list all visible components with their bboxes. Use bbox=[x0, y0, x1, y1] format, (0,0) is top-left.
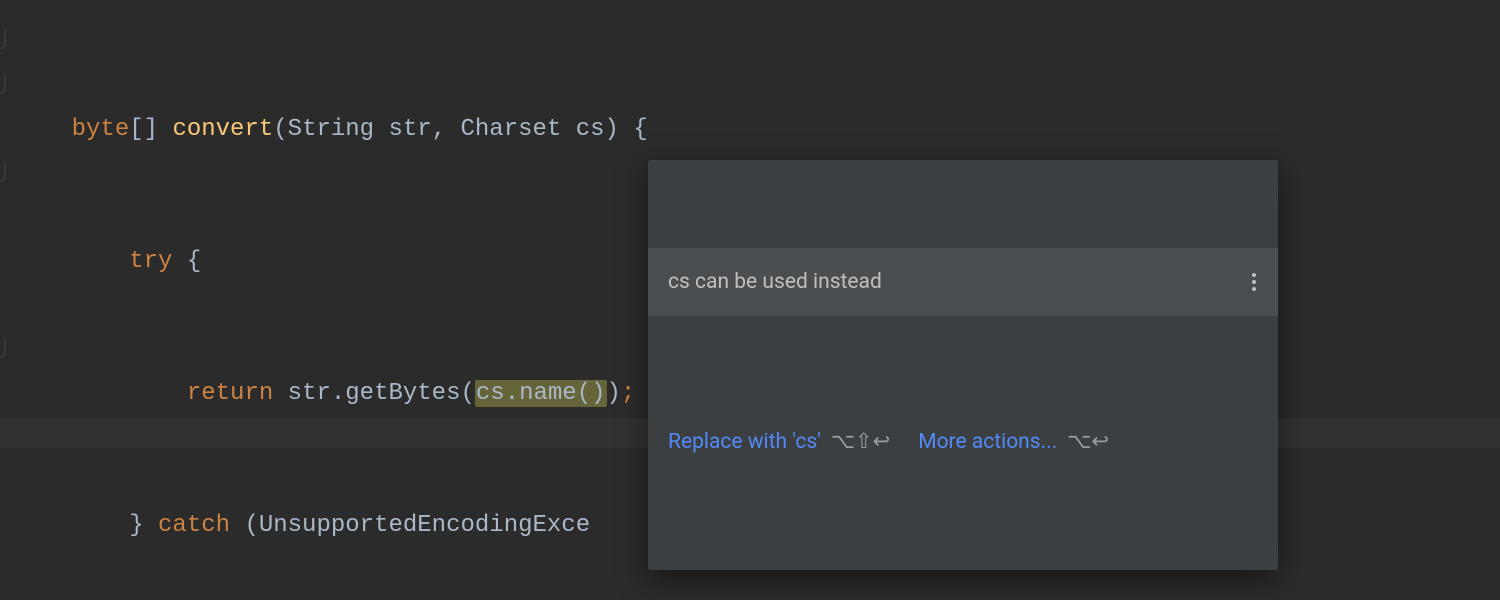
code-text: (String str, Charset cs) { bbox=[273, 116, 647, 143]
replace-action-link[interactable]: Replace with 'cs' bbox=[668, 420, 821, 464]
gutter-marker-icon bbox=[0, 74, 6, 94]
keyword: return bbox=[14, 380, 273, 407]
inspection-popup-header: cs can be used instead bbox=[648, 248, 1278, 316]
code-line: try { bbox=[14, 240, 648, 284]
more-actions-link[interactable]: More actions... bbox=[918, 420, 1057, 464]
code-text: str.getBytes( bbox=[273, 380, 475, 407]
inspection-title: cs can be used instead bbox=[668, 260, 882, 304]
keyword: byte bbox=[14, 116, 129, 143]
code-line: byte[] convert(String str, Charset cs) { bbox=[14, 108, 648, 152]
shortcut-text: ⌥↩ bbox=[1067, 420, 1109, 464]
code-text: [] bbox=[129, 116, 172, 143]
shortcut-text: ⌥⇧↩ bbox=[831, 420, 890, 464]
code-text: ) bbox=[607, 380, 621, 407]
gutter-marker-icon bbox=[0, 29, 6, 49]
inspection-popup-body: Replace with 'cs' ⌥⇧↩ More actions... ⌥↩ bbox=[648, 404, 1278, 482]
code-editor[interactable]: byte[] convert(String str, Charset cs) {… bbox=[0, 0, 1500, 600]
code-highlight: cs.name() bbox=[475, 380, 607, 407]
keyword: catch bbox=[158, 512, 230, 539]
code-block: byte[] convert(String str, Charset cs) {… bbox=[14, 20, 648, 600]
code-line: return str.getBytes(cs.name()); bbox=[14, 372, 648, 416]
function-name: convert bbox=[172, 116, 273, 143]
gutter-marker-icon bbox=[0, 162, 6, 182]
gutter-marker-icon bbox=[0, 338, 6, 358]
code-text: ; bbox=[621, 380, 635, 407]
more-vertical-icon[interactable] bbox=[1248, 269, 1260, 295]
keyword: try bbox=[14, 248, 172, 275]
code-text: } bbox=[14, 512, 158, 539]
code-text: (UnsupportedEncodingExce bbox=[230, 512, 590, 539]
code-text: { bbox=[172, 248, 201, 275]
inspection-popup: cs can be used instead Replace with 'cs'… bbox=[648, 160, 1278, 570]
code-line: } catch (UnsupportedEncodingExce bbox=[14, 504, 648, 548]
